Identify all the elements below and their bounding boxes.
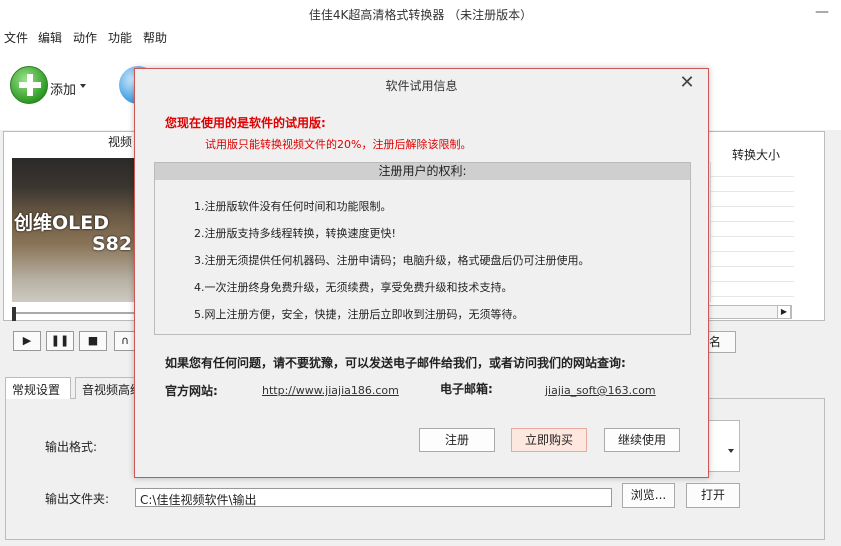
loop-button[interactable]: ∩	[114, 331, 136, 351]
menu-function[interactable]: 功能	[108, 29, 132, 46]
rights-item: 4.一次注册终身免费升级，无须续费，享受免费升级和技术支持。	[194, 281, 513, 294]
seek-bar[interactable]	[12, 312, 137, 314]
website-link[interactable]: http://www.jiajia186.com	[262, 384, 399, 397]
rights-item: 1.注册版软件没有任何时间和功能限制。	[194, 200, 392, 213]
browse-button[interactable]: 浏览...	[622, 483, 675, 508]
add-plus-icon[interactable]	[10, 66, 48, 104]
size-column	[710, 162, 794, 302]
register-button[interactable]: 注册	[419, 428, 495, 452]
email-link[interactable]: jiajia_soft@163.com	[545, 384, 656, 397]
scroll-right-arrow-icon[interactable]: ▶	[777, 305, 791, 319]
output-folder-label: 输出文件夹:	[45, 492, 110, 506]
menu-edit[interactable]: 编辑	[38, 29, 62, 46]
menu-help[interactable]: 帮助	[143, 29, 167, 46]
rights-item: 5.网上注册方便，安全，快捷，注册后立即收到注册码，无须等待。	[194, 308, 524, 321]
close-icon[interactable]: ✕	[675, 72, 699, 94]
video-column-header[interactable]: 视频	[108, 133, 132, 150]
dialog-title: 软件试用信息	[385, 79, 458, 93]
tab-av-advanced[interactable]: 音视频高级	[75, 377, 139, 399]
video-preview: 创维OLED S82	[12, 158, 137, 302]
window-title: 佳佳4K超高清格式转换器 （未注册版本）	[308, 8, 533, 22]
thumb-text-2: S82	[92, 233, 133, 255]
output-format-select[interactable]	[708, 420, 740, 472]
size-column-header[interactable]: 转换大小	[732, 146, 780, 163]
rights-header: 注册用户的权利:	[155, 163, 690, 180]
play-button[interactable]: ▶	[13, 331, 41, 351]
rights-item: 2.注册版支持多线程转换，转换速度更快!	[194, 227, 396, 240]
add-dropdown-arrow-icon[interactable]	[80, 84, 86, 88]
rights-box: 注册用户的权利: 1.注册版软件没有任何时间和功能限制。 2.注册版支持多线程转…	[154, 162, 691, 335]
open-folder-button[interactable]: 打开	[686, 483, 740, 508]
contact-question: 如果您有任何问题，请不要犹豫，可以发送电子邮件给我们，或者访问我们的网站查询:	[165, 356, 626, 370]
output-format-label: 输出格式:	[45, 440, 98, 454]
trial-warning-title: 您现在使用的是软件的试用版:	[165, 116, 326, 130]
rights-item: 3.注册无须提供任何机器码、注册申请码；电脑升级，格式硬盘后仍可注册使用。	[194, 254, 590, 267]
rights-list: 1.注册版软件没有任何时间和功能限制。 2.注册版支持多线程转换，转换速度更快!…	[194, 198, 590, 333]
website-label: 官方网站:	[165, 384, 218, 398]
minimize-button[interactable]: —	[808, 2, 836, 24]
stop-button[interactable]: ■	[79, 331, 107, 351]
continue-trial-button[interactable]: 继续使用	[604, 428, 680, 452]
title-bar: 佳佳4K超高清格式转换器 （未注册版本） —	[0, 0, 841, 26]
thumb-text: 创维OLED	[14, 212, 110, 234]
email-label: 电子邮箱:	[440, 382, 493, 396]
trial-info-dialog: 软件试用信息 ✕ 您现在使用的是软件的试用版: 试用版只能转换视频文件的20%，…	[134, 68, 709, 478]
seek-handle[interactable]	[12, 307, 16, 321]
chevron-down-icon[interactable]	[728, 449, 734, 453]
buy-now-button[interactable]: 立即购买	[511, 428, 587, 452]
output-folder-field[interactable]: C:\佳佳视频软件\输出	[135, 488, 612, 507]
rename-button[interactable]: 名	[706, 331, 736, 353]
menu-action[interactable]: 动作	[73, 29, 97, 46]
menu-file[interactable]: 文件	[4, 29, 28, 46]
pause-button[interactable]: ❚❚	[46, 331, 74, 351]
trial-warning-detail: 试用版只能转换视频文件的20%，注册后解除该限制。	[205, 138, 472, 151]
menu-bar: 文件 编辑 动作 功能 帮助	[0, 26, 841, 48]
add-button-label[interactable]: 添加	[50, 79, 76, 98]
tab-general[interactable]: 常规设置	[5, 377, 71, 399]
